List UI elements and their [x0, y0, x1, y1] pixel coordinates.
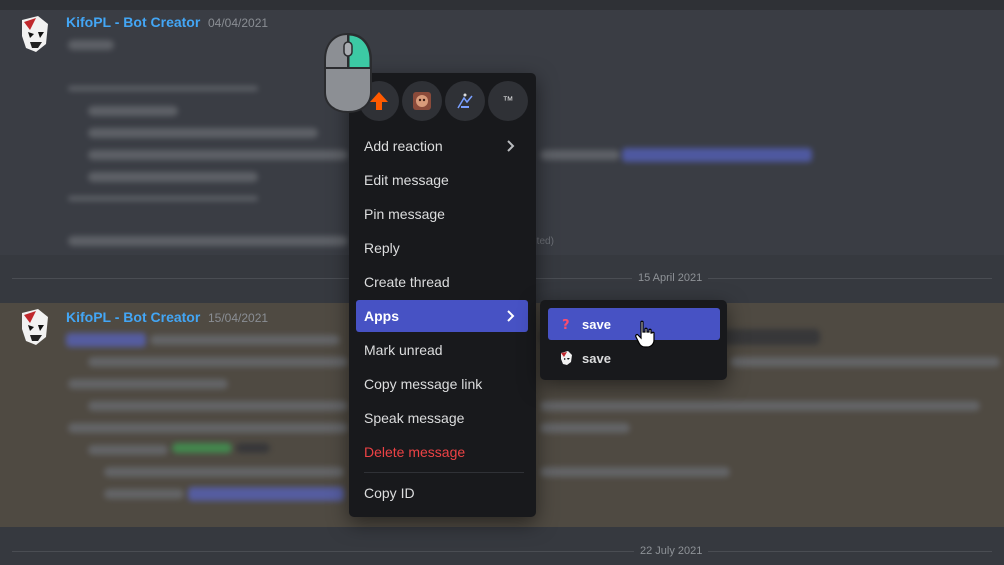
menu-item-label: Edit message [364, 172, 449, 188]
menu-item-pin-message[interactable]: Pin message [356, 198, 528, 230]
blurred-text [104, 467, 344, 477]
menu-item-label: Create thread [364, 274, 450, 290]
blurred-text [540, 401, 980, 411]
blurred-text [88, 150, 348, 160]
chevron-right-icon [507, 140, 515, 152]
blurred-text [88, 172, 258, 182]
blurred-text [68, 379, 228, 389]
custom-emoji-face-icon [413, 92, 431, 110]
menu-item-label: Pin message [364, 206, 445, 222]
message-context-menu: ™ Add reaction Edit message Pin message … [349, 73, 536, 517]
blurred-role [172, 443, 232, 453]
menu-item-copy-id[interactable]: Copy ID [356, 477, 528, 509]
svg-text:?: ? [562, 318, 570, 332]
menu-item-mark-unread[interactable]: Mark unread [356, 334, 528, 366]
submenu-item-label: save [582, 350, 611, 366]
bot-avatar-icon[interactable] [16, 307, 52, 347]
reaction-custom-figure-button[interactable] [445, 81, 485, 121]
bot-avatar-icon[interactable] [16, 14, 52, 54]
blurred-mention [622, 148, 812, 162]
blurred-text [68, 423, 348, 433]
blurred-text [150, 335, 340, 345]
menu-item-speak-message[interactable]: Speak message [356, 402, 528, 434]
blurred-text [68, 40, 114, 50]
blurred-text [88, 106, 178, 116]
blurred-mention [66, 333, 146, 347]
menu-item-apps[interactable]: Apps [356, 300, 528, 332]
message-timestamp: 15/04/2021 [208, 311, 269, 325]
question-mark-icon: ? [562, 318, 570, 332]
blurred-text [88, 445, 168, 455]
blurred-text [540, 150, 620, 160]
menu-item-reply[interactable]: Reply [356, 232, 528, 264]
submenu-item-label: save [582, 316, 611, 332]
blurred-text [540, 467, 730, 477]
menu-item-label: Copy message link [364, 376, 483, 392]
menu-item-add-reaction[interactable]: Add reaction [356, 130, 528, 162]
blurred-text [88, 357, 348, 367]
bot-avatar-icon [561, 351, 572, 365]
menu-item-label: Speak message [364, 410, 465, 426]
blurred-text [88, 401, 348, 411]
reaction-tm-button[interactable]: ™ [488, 81, 528, 121]
date-divider-label: 15 April 2021 [632, 272, 709, 284]
custom-emoji-figure-icon [457, 93, 473, 109]
author-name[interactable]: KifoPL - Bot Creator [66, 309, 200, 325]
blurred-text [68, 196, 258, 201]
menu-item-label: Delete message [364, 444, 466, 460]
tm-emoji-icon: ™ [502, 95, 514, 107]
menu-item-edit-message[interactable]: Edit message [356, 164, 528, 196]
author-name[interactable]: KifoPL - Bot Creator [66, 14, 200, 30]
top-band [0, 0, 1004, 10]
blurred-text [88, 128, 318, 138]
quick-reactions-row: ™ [359, 81, 529, 123]
blurred-text [730, 357, 1000, 367]
menu-item-delete-message[interactable]: Delete message [356, 436, 528, 468]
blurred-text [68, 86, 258, 91]
message-timestamp: 04/04/2021 [208, 16, 269, 30]
blurred-code [236, 443, 270, 453]
menu-item-create-thread[interactable]: Create thread [356, 266, 528, 298]
chevron-right-icon [507, 310, 515, 322]
menu-separator [364, 472, 524, 473]
date-divider-label: 22 July 2021 [634, 545, 709, 557]
hand-pointer-cursor-icon [635, 320, 655, 348]
blurred-text [68, 236, 348, 246]
menu-item-label: Add reaction [364, 138, 443, 154]
menu-item-copy-message-link[interactable]: Copy message link [356, 368, 528, 400]
blurred-mention [188, 487, 344, 501]
blurred-text [104, 489, 184, 499]
menu-item-label: Copy ID [364, 485, 415, 501]
date-divider [12, 551, 992, 552]
menu-item-label: Reply [364, 240, 400, 256]
mouse-right-click-icon [324, 32, 372, 114]
blurred-text [540, 423, 630, 433]
menu-item-label: Mark unread [364, 342, 443, 358]
reaction-custom-face-button[interactable] [402, 81, 442, 121]
menu-item-label: Apps [364, 308, 399, 324]
